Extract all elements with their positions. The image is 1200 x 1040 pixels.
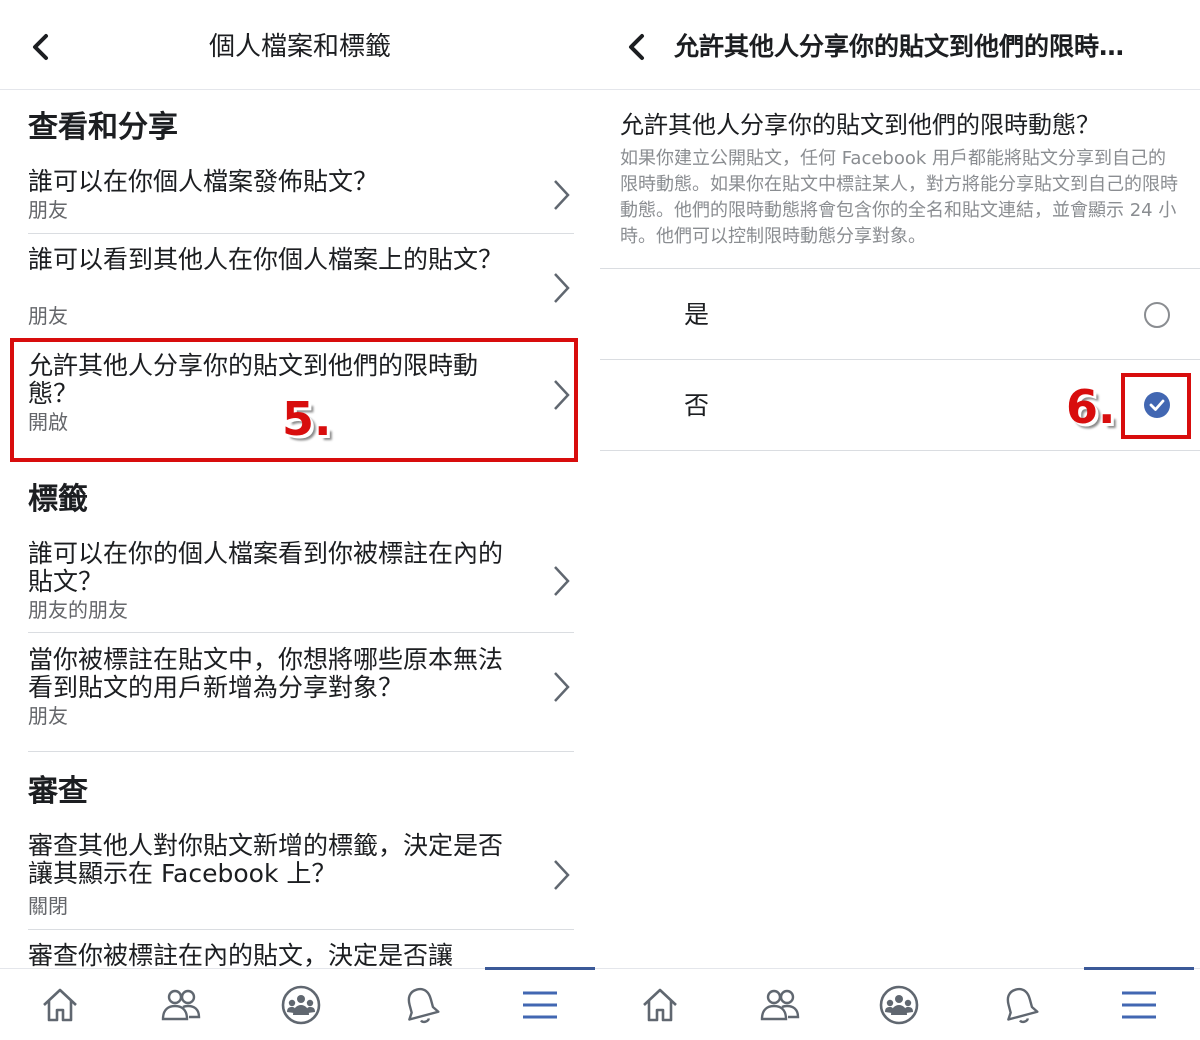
setting-row-who-can-see-tagged-posts[interactable]: 誰可以在你的個人檔案看到你被標註在內的貼文？ 朋友的朋友 [0, 538, 600, 628]
option-label: 否 [684, 391, 710, 420]
page-title: 個人檔案和標籤 [208, 32, 391, 62]
radio-unselected-icon[interactable] [1144, 302, 1170, 328]
setting-value: 朋友 [28, 704, 68, 728]
setting-row-tag-audience[interactable]: 當你被標註在貼文中，你想將哪些原本無法看到貼文的用戶新增為分享對象？ 朋友 [0, 644, 600, 734]
active-tab-indicator [485, 967, 595, 970]
header: 允許其他人分享你的貼文到他們的限時… [600, 0, 1200, 90]
home-icon[interactable] [620, 975, 700, 1035]
divider [28, 339, 574, 340]
page-title: 允許其他人分享你的貼文到他們的限時… [674, 32, 1125, 61]
setting-label: 審查其他人對你貼文新增的標籤，決定是否讓其顯示在 Facebook 上？ [28, 831, 504, 888]
step-label: 6. [1066, 380, 1116, 434]
chevron-right-icon [550, 564, 572, 598]
divider [600, 268, 1200, 269]
setting-label: 誰可以在你個人檔案發佈貼文？ [28, 167, 379, 196]
section-title-tags: 標籤 [28, 482, 88, 517]
section-title-review: 審查 [28, 774, 88, 809]
divider [600, 359, 1200, 360]
setting-row-review-tags[interactable]: 審查其他人對你貼文新增的標籤，決定是否讓其顯示在 Facebook 上？ 關閉 [0, 830, 600, 920]
setting-value: 朋友 [28, 304, 68, 328]
setting-value: 關閉 [28, 894, 68, 918]
divider [28, 632, 574, 633]
header: 個人檔案和標籤 [0, 0, 600, 90]
setting-row-who-can-see-others-posts[interactable]: 誰可以看到其他人在你個人檔案上的貼文？ 朋友 [0, 244, 600, 334]
divider [28, 929, 574, 930]
back-icon[interactable] [622, 28, 652, 66]
section-title-view-share: 查看和分享 [28, 110, 178, 145]
question-description: 如果你建立公開貼文，任何 Facebook 用戶都能將貼文分享到自己的限時動態。… [620, 148, 1178, 247]
setting-row-review-tagged-posts[interactable]: 審查你被標註在內的貼文，決定是否讓 [0, 940, 600, 969]
notifications-icon[interactable] [980, 975, 1060, 1035]
home-icon[interactable] [20, 975, 100, 1035]
chevron-right-icon [550, 858, 572, 892]
menu-icon[interactable] [1099, 975, 1179, 1035]
option-yes[interactable]: 是 [600, 270, 1200, 360]
divider [28, 233, 574, 234]
setting-label: 誰可以在你的個人檔案看到你被標註在內的貼文？ [28, 539, 504, 596]
setting-value: 開啟 [28, 410, 68, 434]
bottom-tab-bar [600, 967, 1200, 1040]
setting-label: 當你被標註在貼文中，你想將哪些原本無法看到貼文的用戶新增為分享對象？ [28, 645, 504, 702]
chevron-right-icon [550, 670, 572, 704]
bottom-tab-bar [0, 967, 600, 1040]
radio-selected-check-icon[interactable] [1144, 392, 1170, 418]
step-label: 5. [282, 392, 332, 446]
setting-label: 審查你被標註在內的貼文，決定是否讓 [28, 941, 454, 969]
chevron-right-icon [550, 378, 572, 412]
setting-label: 誰可以看到其他人在你個人檔案上的貼文？ [28, 245, 504, 274]
setting-row-who-can-post[interactable]: 誰可以在你個人檔案發佈貼文？ 朋友 [0, 166, 600, 232]
setting-value: 朋友的朋友 [28, 598, 128, 622]
option-label: 是 [684, 300, 710, 329]
chevron-right-icon [550, 271, 572, 305]
notifications-icon[interactable] [381, 975, 461, 1035]
menu-icon[interactable] [500, 975, 580, 1035]
active-tab-indicator [1084, 967, 1194, 970]
setting-value: 朋友 [28, 198, 68, 222]
chevron-right-icon [550, 178, 572, 212]
groups-icon[interactable] [261, 975, 341, 1035]
divider [28, 751, 574, 752]
story-share-setting-screen: 允許其他人分享你的貼文到他們的限時… 允許其他人分享你的貼文到他們的限時動態？ … [600, 0, 1200, 1040]
divider [600, 450, 1200, 451]
privacy-settings-screen: 個人檔案和標籤 查看和分享 誰可以在你個人檔案發佈貼文？ 朋友 誰可以看到其他人… [0, 0, 600, 1040]
setting-label: 允許其他人分享你的貼文到他們的限時動態？ [28, 351, 479, 408]
friends-icon[interactable] [141, 975, 221, 1035]
question-title: 允許其他人分享你的貼文到他們的限時動態？ [620, 111, 1100, 139]
friends-icon[interactable] [740, 975, 820, 1035]
groups-icon[interactable] [859, 975, 939, 1035]
